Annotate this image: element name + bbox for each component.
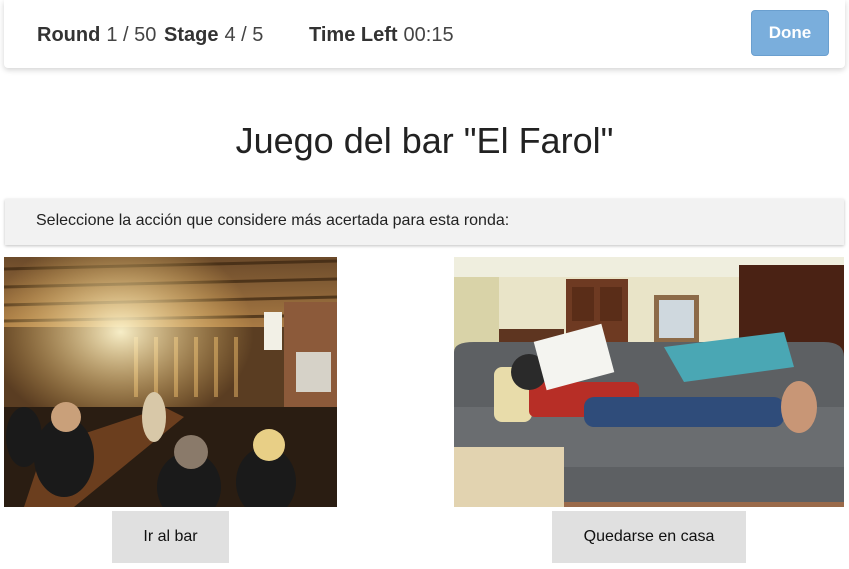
stage-value: 4 / 5	[224, 24, 264, 46]
time-left-label: Time Left	[309, 24, 398, 46]
stage-indicator: Stage 4 / 5	[164, 22, 263, 48]
instruction-text: Seleccione la acción que considere más a…	[36, 212, 510, 229]
stay-home-image[interactable]	[454, 257, 844, 507]
done-button[interactable]: Done	[751, 10, 829, 56]
page-title: Juego del bar "El Farol"	[235, 120, 614, 161]
timer: Time Left 00:15	[309, 22, 454, 48]
stage-label: Stage	[164, 24, 219, 46]
round-label: Round	[37, 24, 101, 46]
round-value: 1 / 50	[106, 24, 157, 46]
go-to-bar-button[interactable]: Ir al bar	[112, 511, 229, 563]
bar-scene-image[interactable]	[4, 257, 337, 507]
game-status-bar: Round 1 / 50 Stage 4 / 5 Time Left 00:15 Do…	[4, 0, 845, 68]
round-indicator: Round 1 / 50	[37, 22, 156, 48]
stay-home-button[interactable]: Quedarse en casa	[552, 511, 746, 563]
time-left-value: 00:15	[403, 24, 454, 46]
instruction-panel: Seleccione la acción que considere más a…	[5, 199, 844, 245]
